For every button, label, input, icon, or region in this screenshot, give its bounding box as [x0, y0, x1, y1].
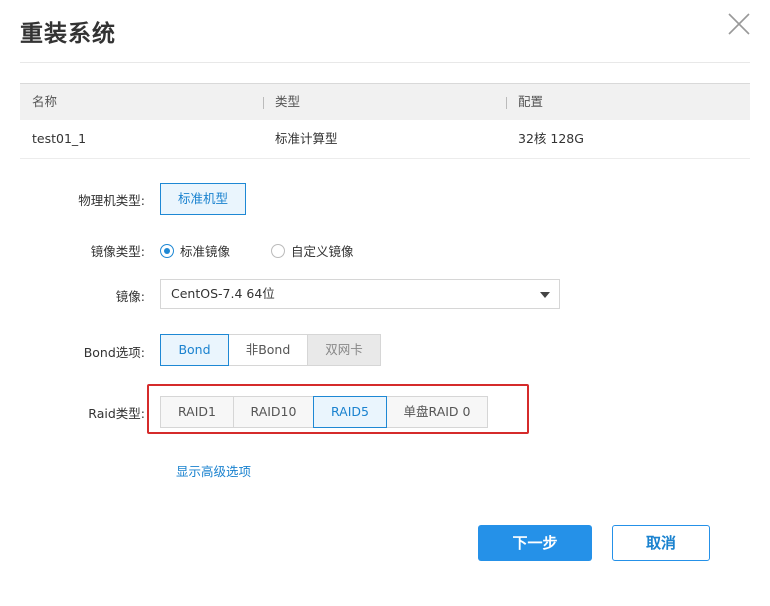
close-icon: [728, 13, 750, 35]
raid-option-group: RAID1 RAID10 RAID5 单盘RAID 0: [160, 396, 488, 428]
show-advanced-options-link[interactable]: 显示高级选项: [176, 461, 251, 480]
column-header-type: 类型: [275, 94, 301, 109]
raid-option-raid5[interactable]: RAID5: [313, 396, 387, 428]
image-label: 镜像:: [115, 289, 145, 304]
raid-option-single-raid0[interactable]: 单盘RAID 0: [386, 396, 488, 428]
bond-label: Bond选项:: [83, 345, 145, 360]
next-button[interactable]: 下一步: [478, 525, 592, 561]
column-header-config: 配置: [518, 94, 544, 109]
title-divider: [20, 62, 750, 63]
radio-custom-image-label: 自定义镜像: [291, 244, 354, 259]
radio-unchecked-icon[interactable]: [271, 243, 285, 258]
bond-option-dual-nic[interactable]: 双网卡: [307, 334, 381, 366]
image-select-value: CentOS-7.4 64位: [171, 286, 275, 301]
bond-option-bond[interactable]: Bond: [160, 334, 229, 366]
radio-custom-image[interactable]: 自定义镜像: [271, 241, 354, 260]
raid-option-raid1[interactable]: RAID1: [160, 396, 234, 428]
radio-standard-image-label: 标准镜像: [180, 244, 231, 259]
bond-option-non-bond[interactable]: 非Bond: [228, 334, 308, 366]
cell-type: 标准计算型: [275, 131, 338, 146]
table-header: 名称 类型 配置: [20, 83, 750, 120]
cell-name: test01_1: [32, 131, 87, 146]
column-separator: [506, 97, 507, 109]
server-table: 名称 类型 配置 test01_1 标准计算型 32核 128G: [20, 83, 750, 159]
cell-config: 32核 128G: [518, 131, 584, 146]
raid-option-raid10[interactable]: RAID10: [233, 396, 314, 428]
cancel-button[interactable]: 取消: [612, 525, 710, 561]
image-select[interactable]: CentOS-7.4 64位: [160, 279, 560, 309]
image-type-label: 镜像类型:: [90, 244, 145, 259]
chevron-down-icon[interactable]: [540, 292, 550, 298]
radio-standard-image[interactable]: 标准镜像: [160, 241, 230, 260]
column-separator: [263, 97, 264, 109]
column-header-name: 名称: [32, 94, 58, 109]
radio-checked-icon[interactable]: [160, 243, 174, 258]
dialog-title: 重装系统: [20, 21, 116, 47]
bond-option-group: Bond 非Bond 双网卡: [160, 334, 381, 366]
machine-type-label: 物理机类型:: [78, 193, 145, 208]
close-button[interactable]: [727, 12, 751, 36]
table-row: test01_1 标准计算型 32核 128G: [20, 120, 750, 159]
machine-type-standard-button[interactable]: 标准机型: [160, 183, 246, 215]
raid-label: Raid类型:: [88, 406, 145, 421]
